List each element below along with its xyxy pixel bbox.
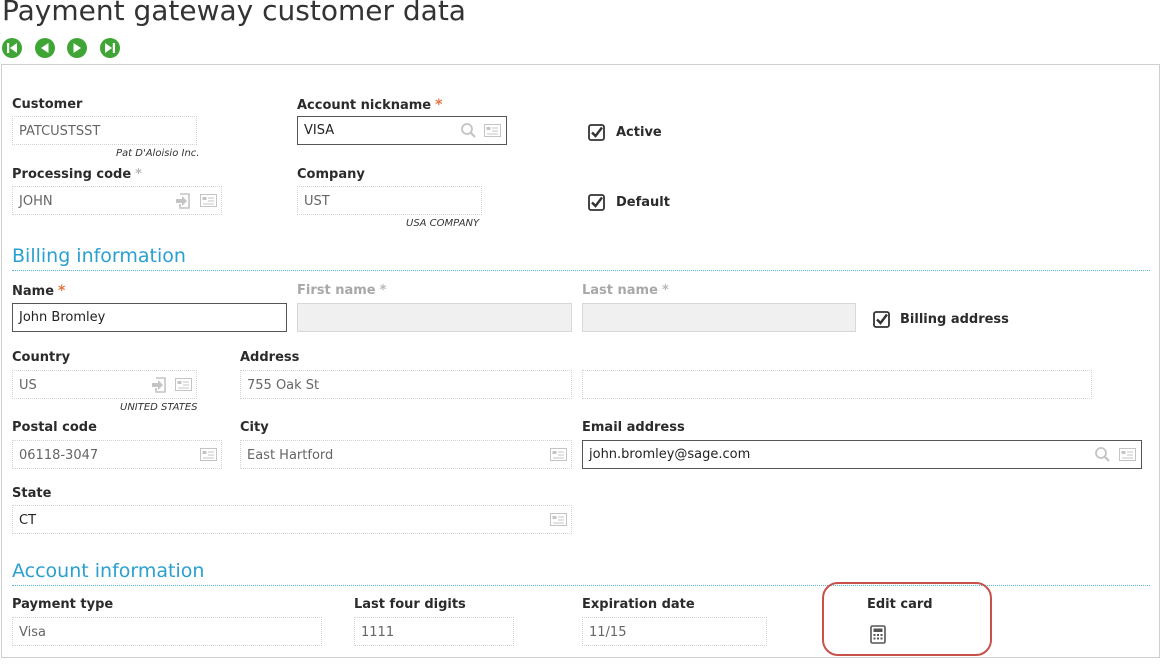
next-icon <box>73 43 81 53</box>
edit-card-highlight <box>822 582 992 656</box>
address-line2-input[interactable] <box>582 370 1092 399</box>
postal-code-value: 06118-3047 <box>19 448 99 463</box>
skip-last-icon <box>105 43 115 53</box>
company-field[interactable]: UST <box>297 186 482 215</box>
payment-type-field[interactable]: Visa <box>12 617 322 646</box>
search-icon[interactable] <box>460 122 478 138</box>
billing-address-checkbox[interactable] <box>873 311 890 328</box>
email-value: john.bromley@sage.com <box>589 447 751 462</box>
first-name-input[interactable] <box>297 303 572 332</box>
first-record-button[interactable] <box>2 38 22 58</box>
last-name-label: Last name * <box>582 283 669 298</box>
customer-value: PATCUSTSST <box>19 124 101 139</box>
city-label: City <box>240 420 269 435</box>
details-card-icon[interactable] <box>1119 448 1136 461</box>
state-value: CT <box>19 513 37 528</box>
name-input[interactable]: John Bromley <box>12 303 287 332</box>
tunnel-icon[interactable] <box>175 193 191 209</box>
last-four-value: 1111 <box>361 625 395 640</box>
last-name-input[interactable] <box>582 303 856 332</box>
email-label: Email address <box>582 420 685 435</box>
address-label: Address <box>240 350 300 365</box>
previous-record-button[interactable] <box>35 38 55 58</box>
country-label: Country <box>12 350 71 365</box>
payment-type-value: Visa <box>19 625 46 640</box>
address-line1-input[interactable]: 755 Oak St <box>240 370 572 399</box>
customer-label: Customer <box>12 97 83 112</box>
details-card-icon[interactable] <box>550 448 567 461</box>
account-nickname-value: VISA <box>304 123 335 138</box>
last-four-field[interactable]: 1111 <box>354 617 514 646</box>
country-value: US <box>19 378 37 393</box>
state-input[interactable]: CT <box>12 505 572 534</box>
active-checkbox[interactable] <box>588 124 605 141</box>
country-field[interactable]: US <box>12 370 197 399</box>
optional-star-icon: * <box>379 283 387 298</box>
company-label: Company <box>297 167 365 182</box>
details-card-icon[interactable] <box>550 513 567 526</box>
page-title: Payment gateway customer data <box>2 0 466 27</box>
details-card-icon[interactable] <box>484 124 501 137</box>
billing-address-label: Billing address <box>900 312 1009 327</box>
account-nickname-input[interactable]: VISA <box>297 116 507 145</box>
name-value: John Bromley <box>19 310 106 325</box>
required-star-icon: * <box>435 97 443 113</box>
customer-field[interactable]: PATCUSTSST <box>12 116 197 145</box>
company-description: USA COMPANY <box>406 218 480 229</box>
expiration-field[interactable]: 11/15 <box>582 617 767 646</box>
postal-code-input[interactable]: 06118-3047 <box>12 440 222 469</box>
payment-type-label: Payment type <box>12 597 114 612</box>
required-star-icon: * <box>58 283 66 299</box>
search-icon[interactable] <box>1094 446 1112 462</box>
details-card-icon[interactable] <box>200 194 217 207</box>
city-input[interactable]: East Hartford <box>240 440 572 469</box>
processing-code-value: JOHN <box>19 194 53 209</box>
billing-section-title: Billing information <box>12 245 186 267</box>
postal-code-label: Postal code <box>12 420 97 435</box>
billing-section-divider <box>12 270 1150 271</box>
details-card-icon[interactable] <box>175 378 192 391</box>
default-checkbox[interactable] <box>588 194 605 211</box>
address-line1-value: 755 Oak St <box>247 378 320 393</box>
account-section-title: Account information <box>12 560 205 582</box>
default-label: Default <box>616 195 670 210</box>
first-name-label: First name * <box>297 283 387 298</box>
tunnel-icon[interactable] <box>151 377 167 393</box>
details-card-icon[interactable] <box>200 448 217 461</box>
optional-star-icon: * <box>135 167 142 182</box>
last-record-button[interactable] <box>100 38 120 58</box>
skip-first-icon <box>7 43 17 53</box>
processing-code-label: Processing code * <box>12 167 142 182</box>
last-four-label: Last four digits <box>354 597 466 612</box>
optional-star-icon: * <box>661 283 669 298</box>
next-record-button[interactable] <box>67 38 87 58</box>
expiration-value: 11/15 <box>589 625 627 640</box>
company-value: UST <box>304 194 330 209</box>
processing-code-field[interactable]: JOHN <box>12 186 222 215</box>
previous-icon <box>41 43 49 53</box>
customer-description: Pat D'Aloisio Inc. <box>116 148 200 159</box>
country-description: UNITED STATES <box>120 402 198 413</box>
name-label: Name * <box>12 283 66 299</box>
email-input[interactable]: john.bromley@sage.com <box>582 440 1142 469</box>
account-nickname-label: Account nickname * <box>297 97 443 113</box>
expiration-label: Expiration date <box>582 597 695 612</box>
active-label: Active <box>616 125 662 140</box>
state-label: State <box>12 486 52 501</box>
city-value: East Hartford <box>247 448 334 463</box>
